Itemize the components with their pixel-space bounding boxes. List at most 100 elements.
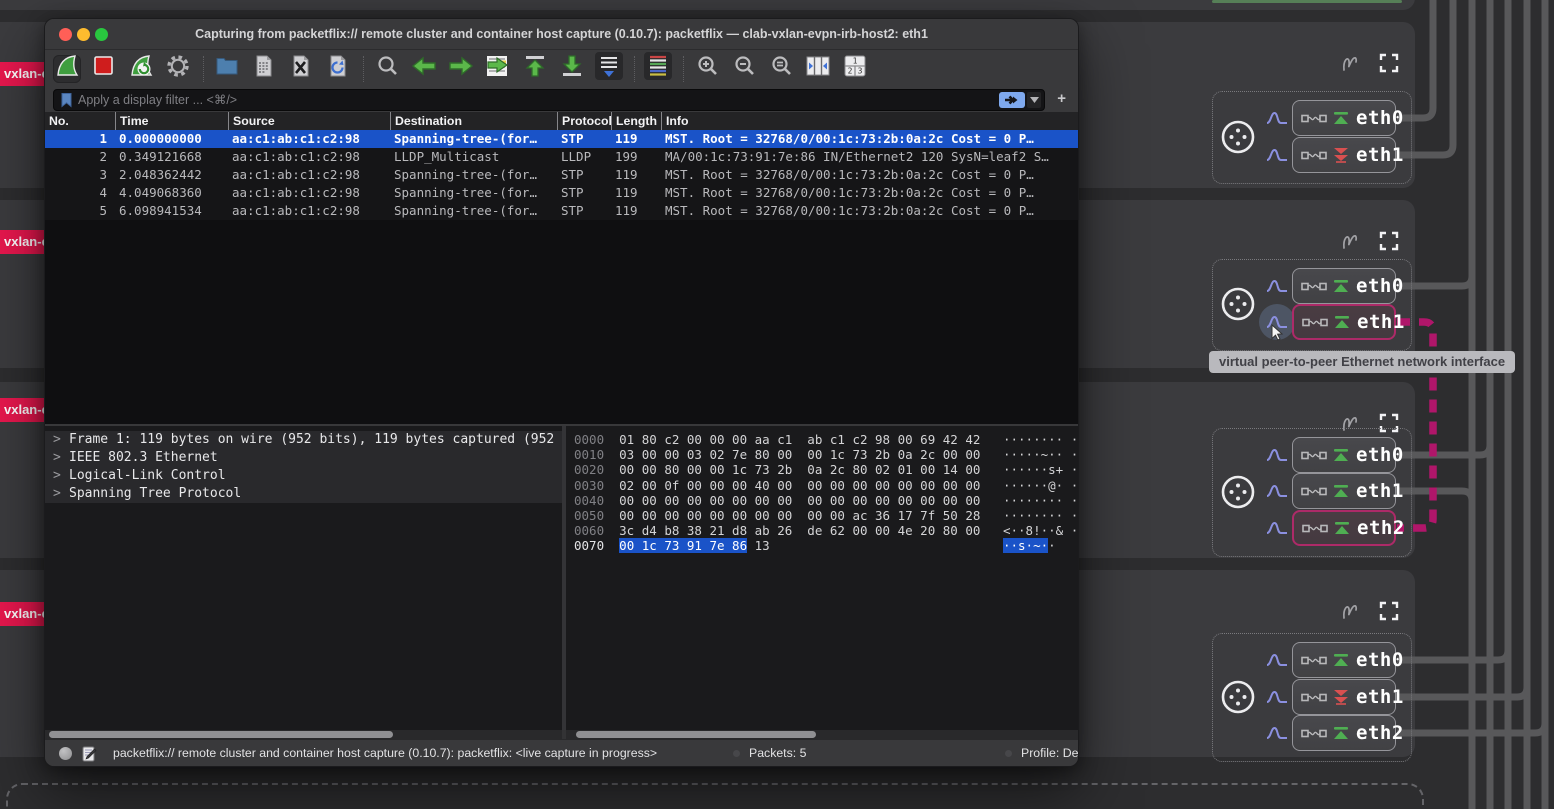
container-node[interactable] — [1219, 678, 1257, 721]
start-capture-stream-button[interactable] — [1266, 110, 1288, 130]
filter-history-dropdown[interactable] — [1027, 92, 1041, 108]
start-capture-stream-button[interactable] — [1266, 520, 1288, 540]
column-header-length[interactable]: Length — [611, 112, 661, 130]
go-last-button[interactable] — [558, 55, 586, 83]
zoom-in-button[interactable] — [693, 55, 721, 83]
start-capture-stream-button[interactable] — [1266, 689, 1288, 709]
interface-pill-eth1[interactable]: eth1 — [1292, 679, 1396, 715]
display-columns-button[interactable]: 123 — [841, 55, 869, 83]
capture-comment-icon[interactable] — [81, 746, 97, 762]
packet-row[interactable]: 32.048362442aa:c1:ab:c1:c2:98Spanning-tr… — [45, 166, 1078, 184]
hex-row[interactable]: 0060 3c d4 b8 38 21 d8 ab 26 de 62 00 00… — [566, 523, 1078, 538]
column-header-no[interactable]: No. — [45, 112, 115, 130]
filter-bookmark-icon[interactable] — [59, 92, 74, 108]
expand-chevron-icon[interactable]: > — [53, 449, 69, 467]
detail-tree-row[interactable]: >Logical-Link Control — [45, 467, 562, 485]
interface-pill-eth0[interactable]: eth0 — [1292, 268, 1396, 304]
capture-squiggle-icon[interactable] — [1340, 600, 1366, 622]
display-filter-field[interactable] — [53, 89, 1045, 111]
interface-pill-eth2[interactable]: eth2 — [1292, 510, 1396, 546]
start-capture-stream-button[interactable] — [1266, 278, 1288, 298]
go-forward-button[interactable] — [447, 55, 475, 83]
packet-row[interactable]: 56.098941534aa:c1:ab:c1:c2:98Spanning-tr… — [45, 202, 1078, 220]
minimize-window-button[interactable] — [77, 28, 90, 41]
profile-indicator[interactable]: Profile: Default — [1021, 740, 1079, 767]
go-first-button[interactable] — [521, 55, 549, 83]
apply-filter-button[interactable] — [999, 92, 1025, 108]
interface-pill-eth0[interactable]: eth0 — [1292, 642, 1396, 678]
zoom-window-button[interactable] — [95, 28, 108, 41]
hex-row[interactable]: 0010 03 00 00 03 02 7e 80 00 00 1c 73 2b… — [566, 447, 1078, 462]
add-filter-button[interactable]: + — [1057, 90, 1066, 107]
close-file-button[interactable] — [287, 55, 315, 83]
expand-chevron-icon[interactable]: > — [53, 485, 69, 503]
hex-row[interactable]: 0070 00 1c 73 91 7e 86 13 ··s·~·· — [566, 538, 1078, 553]
container-node[interactable] — [1219, 473, 1257, 516]
bytes-hscrollbar-thumb[interactable] — [576, 731, 816, 738]
panel-expand-button[interactable] — [1379, 601, 1399, 626]
start-capture-stream-button[interactable] — [1266, 652, 1288, 672]
packet-row[interactable]: 10.000000000aa:c1:ab:c1:c2:98Spanning-tr… — [45, 130, 1078, 148]
panel-expand-button[interactable] — [1379, 231, 1399, 256]
stop-capture-button[interactable] — [90, 55, 118, 83]
start-capture-stream-button[interactable] — [1266, 147, 1288, 167]
column-header-time[interactable]: Time — [115, 112, 228, 130]
go-to-packet-button[interactable] — [484, 55, 512, 83]
interface-pill-eth2[interactable]: eth2 — [1292, 715, 1396, 751]
save-file-button[interactable] — [250, 55, 278, 83]
go-back-button[interactable] — [410, 55, 438, 83]
interface-pill-eth1[interactable]: eth1 — [1292, 304, 1396, 340]
colorize-button[interactable] — [644, 55, 672, 83]
resize-columns-button[interactable] — [804, 55, 832, 83]
zoom-reset-button[interactable] — [767, 55, 795, 83]
panel-capture-button[interactable] — [1340, 600, 1366, 627]
fullscreen-icon[interactable] — [1379, 601, 1399, 621]
container-node[interactable] — [1219, 285, 1257, 328]
detail-tree-row[interactable]: >Frame 1: 119 bytes on wire (952 bits), … — [45, 431, 562, 449]
details-hscrollbar-thumb[interactable] — [49, 731, 393, 738]
close-window-button[interactable] — [59, 28, 72, 41]
start-capture-stream-button[interactable] — [1266, 447, 1288, 467]
hex-row[interactable]: 0050 00 00 00 00 00 00 00 00 00 00 ac 36… — [566, 508, 1078, 523]
zoom-out-button[interactable] — [730, 55, 758, 83]
start-capture-stream-button[interactable] — [1266, 725, 1288, 745]
hex-row[interactable]: 0040 00 00 00 00 00 00 00 00 00 00 00 00… — [566, 493, 1078, 508]
expand-chevron-icon[interactable]: > — [53, 431, 69, 449]
start-capture-button[interactable] — [53, 55, 81, 83]
wireshark-window[interactable]: Capturing from packetflix:// remote clus… — [44, 18, 1079, 767]
display-filter-input[interactable] — [74, 93, 999, 107]
panel-capture-button[interactable] — [1340, 52, 1366, 79]
reload-file-button[interactable] — [324, 55, 352, 83]
fullscreen-icon[interactable] — [1379, 231, 1399, 251]
open-file-button[interactable] — [213, 55, 241, 83]
panel-capture-button[interactable] — [1340, 230, 1366, 257]
start-capture-stream-button[interactable] — [1266, 483, 1288, 503]
column-header-info[interactable]: Info — [661, 112, 1078, 130]
detail-tree-row[interactable]: >IEEE 802.3 Ethernet — [45, 449, 562, 467]
panel-expand-button[interactable] — [1379, 53, 1399, 78]
interface-pill-eth0[interactable]: eth0 — [1292, 437, 1396, 473]
packet-row[interactable]: 20.349121668aa:c1:ab:c1:c2:98LLDP_Multic… — [45, 148, 1078, 166]
column-header-protocol[interactable]: Protocol — [557, 112, 611, 130]
container-node[interactable] — [1219, 118, 1257, 161]
auto-scroll-button[interactable] — [595, 55, 623, 83]
interface-pill-eth0[interactable]: eth0 — [1292, 100, 1396, 136]
find-packet-button[interactable] — [373, 55, 401, 83]
hex-row[interactable]: 0020 00 00 80 00 00 1c 73 2b 0a 2c 80 02… — [566, 462, 1078, 477]
interface-pill-eth1[interactable]: eth1 — [1292, 137, 1396, 173]
expand-chevron-icon[interactable]: > — [53, 467, 69, 485]
hex-row[interactable]: 0030 02 00 0f 00 00 00 40 00 00 00 00 00… — [566, 478, 1078, 493]
bytes-hscrollbar[interactable] — [566, 730, 1078, 739]
packet-row[interactable]: 44.049068360aa:c1:ab:c1:c2:98Spanning-tr… — [45, 184, 1078, 202]
column-header-source[interactable]: Source — [228, 112, 390, 130]
interface-pill-eth1[interactable]: eth1 — [1292, 473, 1396, 509]
capture-options-button[interactable] — [164, 55, 192, 83]
capture-squiggle-icon[interactable] — [1340, 52, 1366, 74]
restart-capture-button[interactable] — [127, 55, 155, 83]
details-hscrollbar[interactable] — [45, 730, 562, 739]
detail-tree-row[interactable]: >Spanning Tree Protocol — [45, 485, 562, 503]
fullscreen-icon[interactable] — [1379, 53, 1399, 73]
hex-row[interactable]: 0000 01 80 c2 00 00 00 aa c1 ab c1 c2 98… — [566, 432, 1078, 447]
column-header-destination[interactable]: Destination — [390, 112, 557, 130]
capture-squiggle-icon[interactable] — [1340, 230, 1366, 252]
